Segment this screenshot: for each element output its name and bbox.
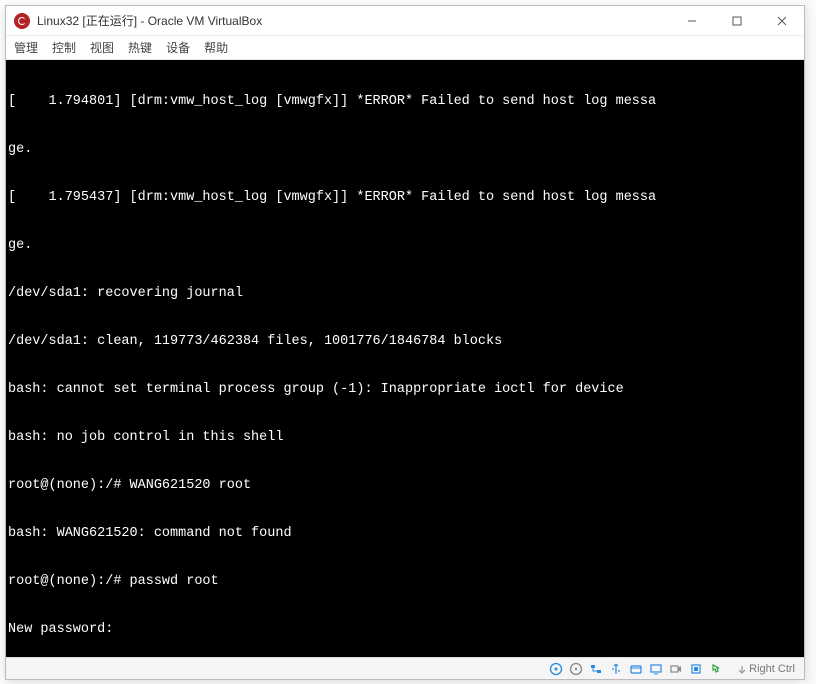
maximize-button[interactable] bbox=[714, 6, 759, 35]
menu-manage[interactable]: 管理 bbox=[14, 39, 38, 56]
display-icon[interactable] bbox=[648, 661, 664, 677]
cpu-icon[interactable] bbox=[688, 661, 704, 677]
app-icon bbox=[14, 13, 30, 29]
menu-view[interactable]: 视图 bbox=[90, 39, 114, 56]
menu-input[interactable]: 热键 bbox=[128, 39, 152, 56]
menubar: 管理 控制 视图 热键 设备 帮助 bbox=[6, 36, 804, 60]
hard-disk-icon[interactable] bbox=[548, 661, 564, 677]
menu-control[interactable]: 控制 bbox=[52, 39, 76, 56]
optical-disk-icon[interactable] bbox=[568, 661, 584, 677]
virtualbox-window: Linux32 [正在运行] - Oracle VM VirtualBox 管理… bbox=[5, 5, 805, 680]
guest-terminal[interactable]: [ 1.794801] [drm:vmw_host_log [vmwgfx]] … bbox=[6, 60, 804, 657]
host-key-indicator[interactable]: Right Ctrl bbox=[734, 663, 798, 675]
terminal-line: bash: no job control in this shell bbox=[8, 430, 802, 446]
terminal-line: New password: bbox=[8, 622, 802, 638]
terminal-line: root@(none):/# passwd root bbox=[8, 574, 802, 590]
titlebar: Linux32 [正在运行] - Oracle VM VirtualBox bbox=[6, 6, 804, 36]
host-key-label: Right Ctrl bbox=[749, 663, 795, 675]
statusbar: Right Ctrl bbox=[6, 657, 804, 679]
minimize-button[interactable] bbox=[669, 6, 714, 35]
mouse-integration-icon[interactable] bbox=[708, 661, 724, 677]
terminal-line: ge. bbox=[8, 142, 802, 158]
menu-help[interactable]: 帮助 bbox=[204, 39, 228, 56]
shared-folder-icon[interactable] bbox=[628, 661, 644, 677]
terminal-line: [ 1.795437] [drm:vmw_host_log [vmwgfx]] … bbox=[8, 190, 802, 206]
window-title: Linux32 [正在运行] - Oracle VM VirtualBox bbox=[37, 12, 669, 29]
terminal-line: bash: WANG621520: command not found bbox=[8, 526, 802, 542]
terminal-line: root@(none):/# WANG621520 root bbox=[8, 478, 802, 494]
network-icon[interactable] bbox=[588, 661, 604, 677]
menu-devices[interactable]: 设备 bbox=[166, 39, 190, 56]
terminal-line: ge. bbox=[8, 238, 802, 254]
usb-icon[interactable] bbox=[608, 661, 624, 677]
close-button[interactable] bbox=[759, 6, 804, 35]
terminal-line: bash: cannot set terminal process group … bbox=[8, 382, 802, 398]
terminal-line: /dev/sda1: recovering journal bbox=[8, 286, 802, 302]
terminal-line: /dev/sda1: clean, 119773/462384 files, 1… bbox=[8, 334, 802, 350]
window-controls bbox=[669, 6, 804, 35]
recording-icon[interactable] bbox=[668, 661, 684, 677]
terminal-line: [ 1.794801] [drm:vmw_host_log [vmwgfx]] … bbox=[8, 94, 802, 110]
